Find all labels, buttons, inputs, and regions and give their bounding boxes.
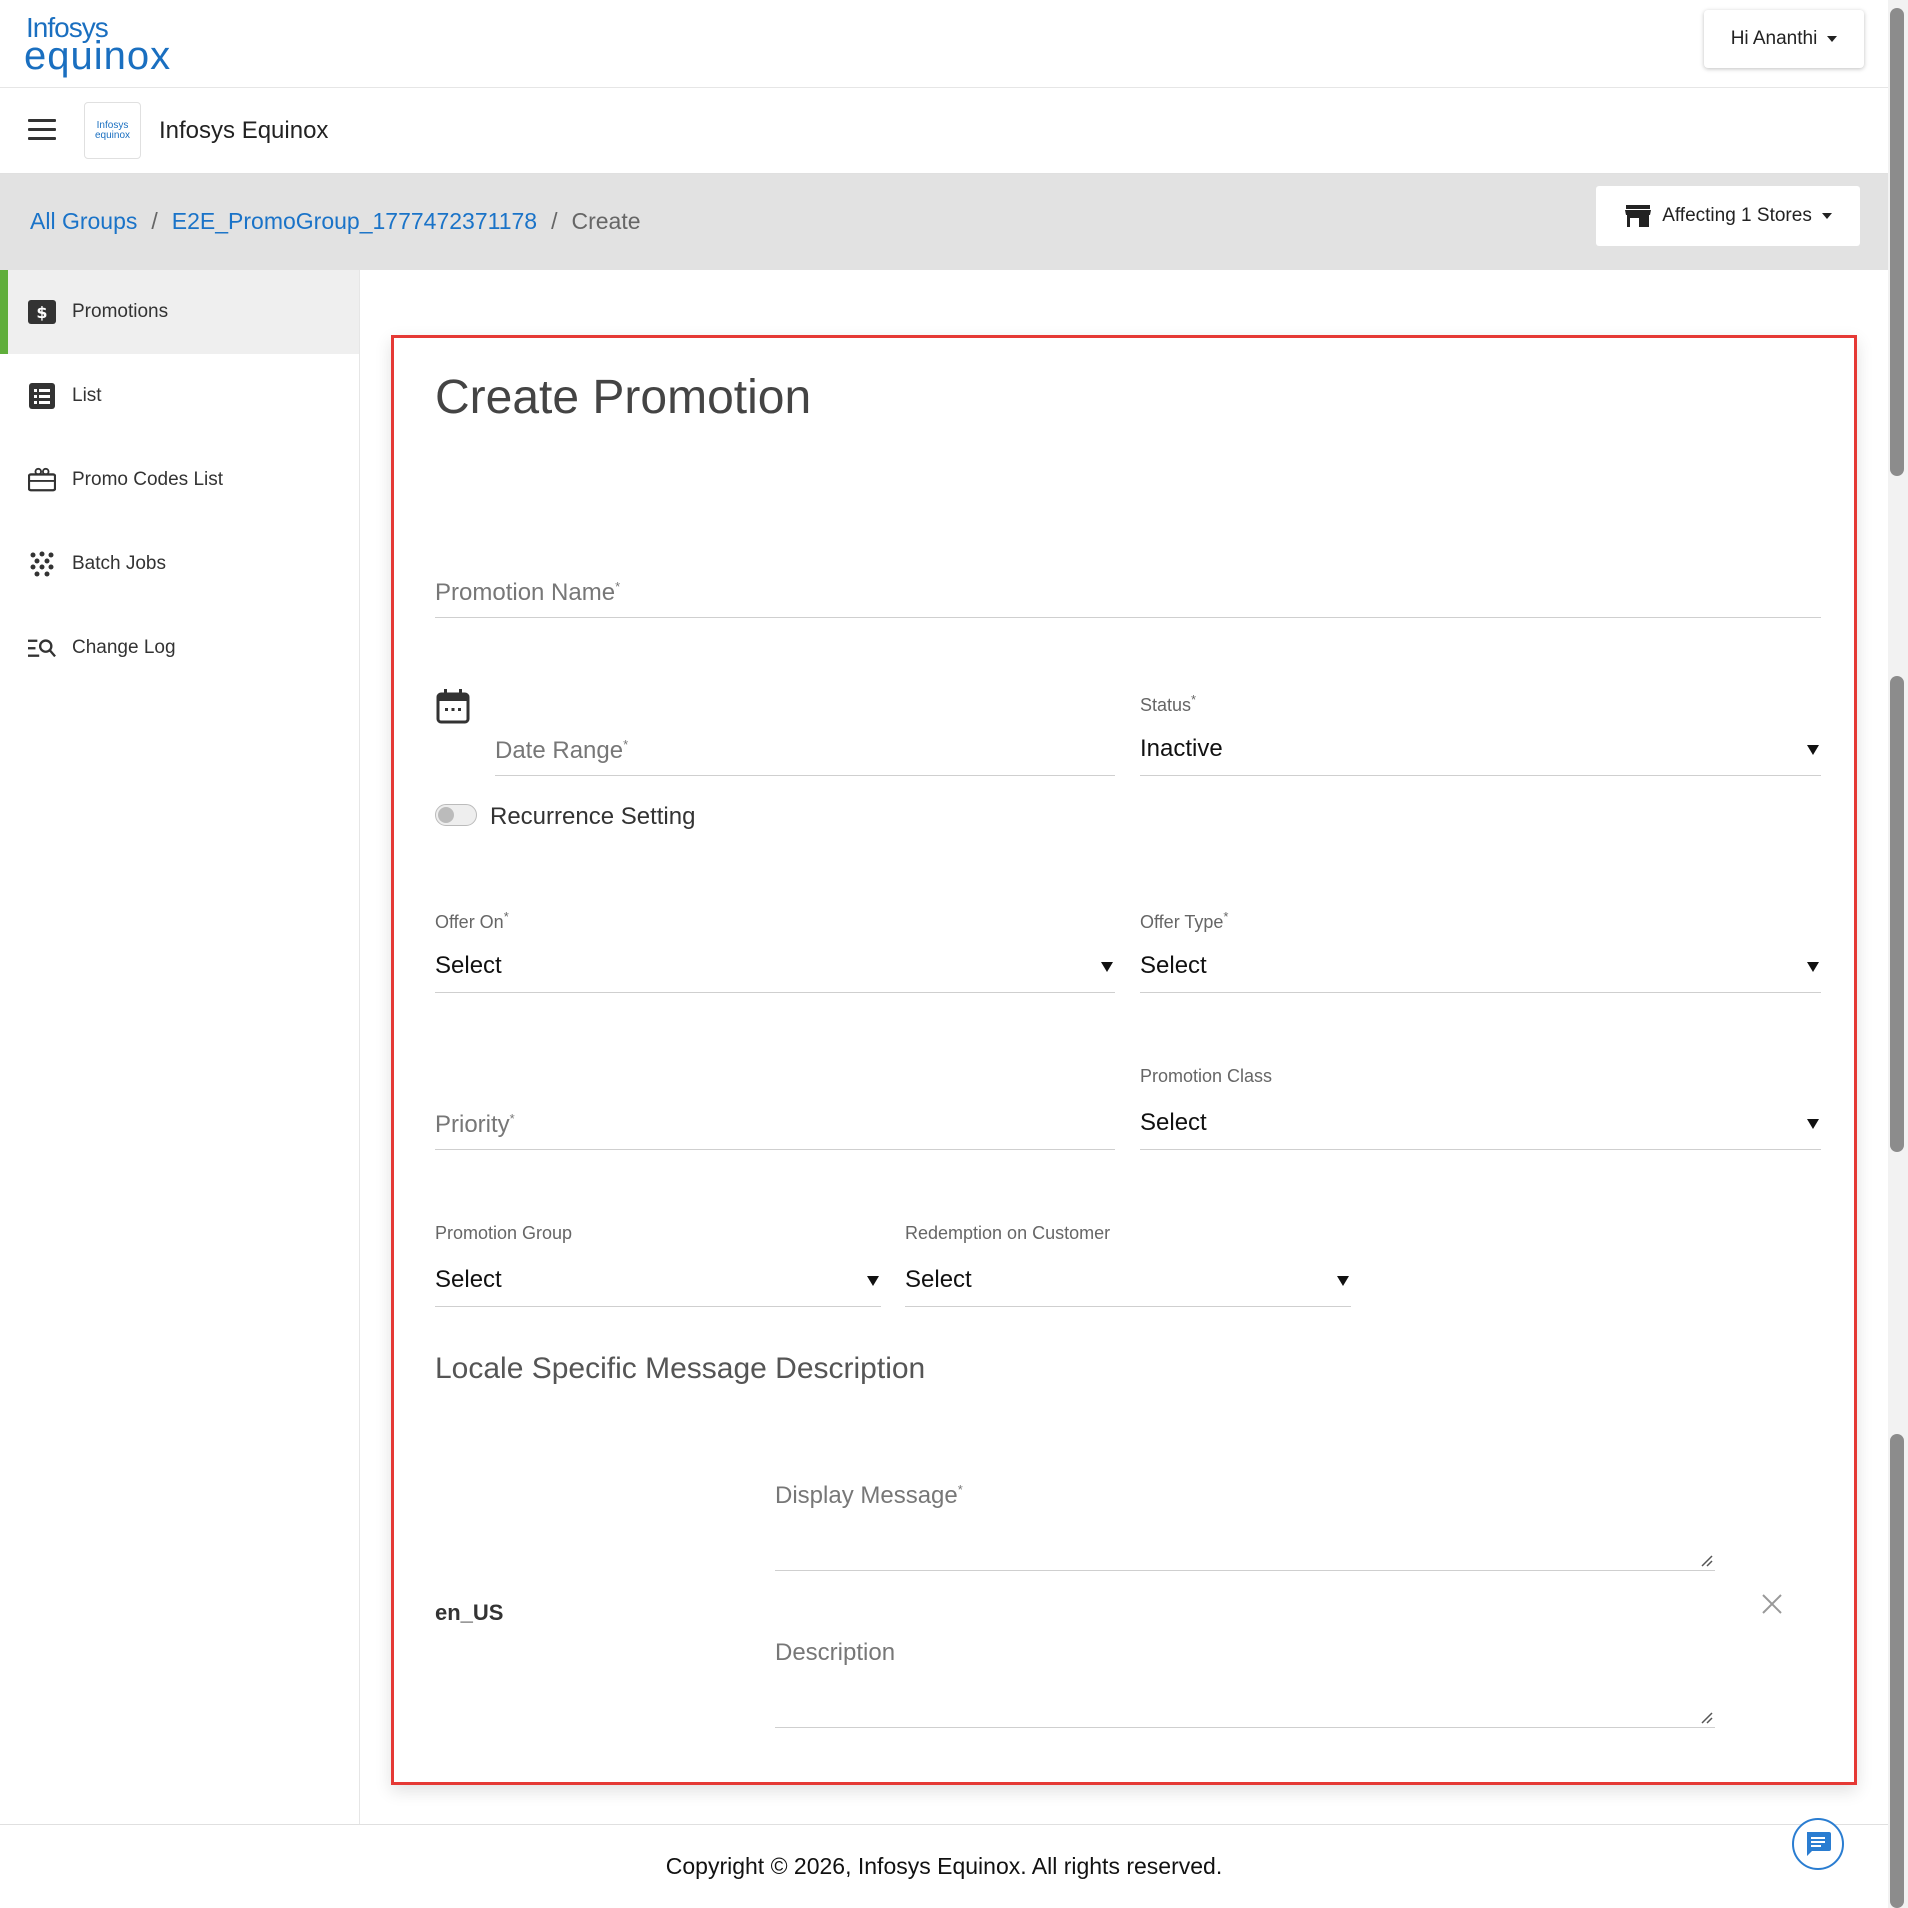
footer: Copyright © 2026, Infosys Equinox. All r… — [0, 1824, 1888, 1908]
page-title: Create Promotion — [435, 371, 812, 424]
promotion-name-placeholder: Promotion Name — [435, 579, 616, 606]
required-marker: * — [957, 1482, 963, 1497]
offer-type-label: Offer Type — [1140, 912, 1224, 932]
promotion-name-field[interactable]: Promotion Name* — [435, 534, 1821, 618]
dollar-icon: $ — [28, 298, 56, 326]
sidebar-item-label: Batch Jobs — [72, 553, 166, 574]
description-placeholder: Description — [775, 1639, 896, 1666]
required-marker: * — [1191, 692, 1197, 707]
dropdown-arrow-icon — [1807, 745, 1819, 755]
infosys-equinox-logo[interactable]: Infosys equinox — [24, 12, 184, 78]
resize-handle-icon[interactable] — [1701, 1555, 1713, 1567]
locale-code: en_US — [435, 1600, 504, 1625]
store-icon — [1625, 205, 1652, 227]
app-logo-icon: Infosys equinox — [84, 102, 141, 159]
svg-text:$: $ — [36, 303, 47, 322]
close-icon[interactable] — [1758, 1590, 1786, 1618]
description-textarea[interactable]: Description — [775, 1639, 1715, 1728]
dropdown-arrow-icon — [1807, 962, 1819, 972]
scrollbar-thumb[interactable] — [1890, 1434, 1904, 1908]
sidebar-item-list[interactable]: List — [0, 354, 359, 438]
dropdown-arrow-icon — [867, 1276, 879, 1286]
hamburger-menu-icon[interactable] — [28, 119, 56, 141]
locale-section-title: Locale Specific Message Description — [435, 1352, 926, 1385]
required-marker: * — [1223, 909, 1229, 924]
list-icon — [28, 382, 56, 410]
date-range-placeholder: Date Range — [495, 737, 624, 764]
resize-handle-icon[interactable] — [1701, 1712, 1713, 1724]
scrollbar-thumb[interactable] — [1890, 676, 1904, 1152]
app-title: Infosys Equinox — [159, 117, 329, 144]
search-list-icon — [28, 634, 56, 662]
breadcrumb-separator: / — [551, 208, 558, 234]
redemption-on-customer-select[interactable]: Redemption on Customer Select — [905, 1223, 1351, 1307]
offer-type-select[interactable]: Offer Type* Select — [1140, 909, 1821, 993]
offer-on-select[interactable]: Offer On* Select — [435, 909, 1115, 993]
affecting-stores-button[interactable]: Affecting 1 Stores — [1596, 186, 1860, 246]
sidebar-item-label: List — [72, 385, 102, 406]
dropdown-arrow-icon — [1337, 1276, 1349, 1286]
required-marker: * — [503, 909, 509, 924]
display-message-placeholder: Display Message — [775, 1482, 958, 1509]
sidebar-item-label: Change Log — [72, 637, 176, 658]
sidebar-item-change-log[interactable]: Change Log — [0, 606, 359, 690]
dropdown-arrow-icon — [1807, 1119, 1819, 1129]
required-marker: * — [615, 579, 621, 594]
chat-icon — [1807, 1832, 1831, 1856]
date-range-field[interactable]: Date Range* — [495, 692, 1115, 776]
status-value: Inactive — [1140, 735, 1223, 762]
offer-on-value: Select — [435, 952, 502, 979]
priority-field[interactable]: Priority* — [435, 1066, 1115, 1150]
copyright-text: Copyright © 2026, Infosys Equinox. All r… — [665, 1853, 1223, 1879]
breadcrumb-separator: / — [151, 208, 158, 234]
dots-grid-icon — [28, 550, 56, 578]
toggle-knob — [438, 807, 454, 823]
breadcrumb-all-groups[interactable]: All Groups — [30, 208, 137, 235]
promotion-class-label: Promotion Class — [1140, 1066, 1273, 1086]
promotion-group-value: Select — [435, 1266, 502, 1293]
breadcrumb: All Groups / E2E_PromoGroup_177747237117… — [30, 208, 641, 235]
dropdown-arrow-icon — [1101, 962, 1113, 972]
caret-down-icon — [1821, 213, 1832, 219]
offer-on-label: Offer On — [435, 912, 504, 932]
sidebar-item-label: Promo Codes List — [72, 469, 224, 490]
recurrence-toggle[interactable] — [435, 804, 477, 826]
calendar-icon[interactable] — [436, 688, 470, 724]
create-promotion-card: Create Promotion Promotion Name* Date Ra… — [391, 335, 1857, 1785]
promotion-group-label: Promotion Group — [435, 1223, 573, 1243]
sidebar: $ Promotions List Promo Codes List Batch… — [0, 270, 360, 1824]
sidebar-item-promo-codes-list[interactable]: Promo Codes List — [0, 438, 359, 522]
app-header: Infosys equinox Infosys Equinox — [0, 89, 1888, 174]
sidebar-item-promotions[interactable]: $ Promotions — [0, 270, 359, 354]
ticket-icon — [28, 466, 56, 494]
offer-type-value: Select — [1140, 952, 1207, 979]
logo-line2: equinox — [24, 34, 172, 78]
promotion-class-value: Select — [1140, 1109, 1207, 1136]
recurrence-label: Recurrence Setting — [490, 803, 696, 830]
stores-button-label: Affecting 1 Stores — [1662, 205, 1812, 226]
required-marker: * — [623, 737, 629, 752]
breadcrumb-current: Create — [571, 208, 641, 234]
required-marker: * — [509, 1111, 515, 1126]
priority-placeholder: Priority — [435, 1111, 510, 1138]
caret-down-icon — [1827, 36, 1838, 42]
breadcrumb-promo-group[interactable]: E2E_PromoGroup_1777472371178 — [172, 208, 537, 235]
scrollbar-thumb[interactable] — [1890, 8, 1904, 476]
user-menu-button[interactable]: Hi Ananthi — [1704, 10, 1864, 68]
promotion-class-select[interactable]: Promotion Class Select — [1140, 1066, 1821, 1150]
app-icon-text2: equinox — [94, 129, 131, 141]
display-message-textarea[interactable]: Display Message* — [775, 1482, 1715, 1571]
top-bar: Infosys equinox Hi Ananthi — [0, 0, 1888, 88]
status-select[interactable]: Status* Inactive — [1140, 692, 1821, 776]
sidebar-item-label: Promotions — [72, 301, 169, 322]
status-label: Status — [1140, 695, 1192, 715]
user-menu-label: Hi Ananthi — [1730, 28, 1818, 49]
sidebar-item-batch-jobs[interactable]: Batch Jobs — [0, 522, 359, 606]
redemption-value: Select — [905, 1266, 972, 1293]
redemption-label: Redemption on Customer — [905, 1223, 1111, 1243]
chat-button[interactable] — [1792, 1818, 1844, 1870]
promotion-group-select[interactable]: Promotion Group Select — [435, 1223, 881, 1307]
